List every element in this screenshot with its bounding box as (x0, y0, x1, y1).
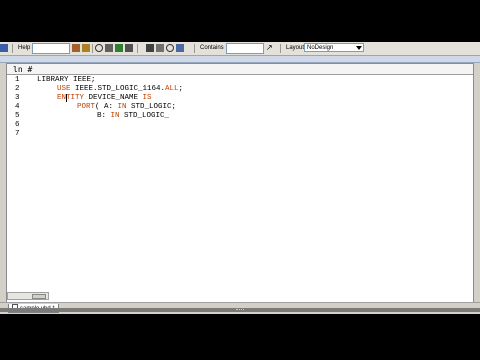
code-line-1: LIBRARY IEEE; (37, 76, 96, 84)
code-line-3: ENTITY DEVICE_NAME IS (57, 94, 152, 102)
compile-icon[interactable] (82, 44, 90, 52)
paste-icon[interactable] (125, 44, 133, 52)
code-line-4: PORT( A: IN STD_LOGIC; (77, 103, 176, 111)
line-number-header: ln # (7, 64, 473, 75)
code-text: IEEE.STD_LOGIC_1164. (70, 85, 166, 93)
check-icon[interactable] (115, 44, 123, 52)
toolbar-search-field[interactable] (32, 43, 70, 54)
layout-dropdown-value: NoDesign (307, 45, 334, 51)
code-editor[interactable]: ln # 1 2 3 4 5 6 7 LIBRARY IEEE; USE IEE… (6, 63, 474, 303)
line-number: 7 (15, 130, 20, 138)
line-number: 4 (15, 103, 20, 111)
code-text: LIBRARY IEEE; (37, 76, 96, 84)
text-cursor (66, 94, 67, 102)
help-menu[interactable]: Help (18, 44, 30, 53)
code-line-2: USE IEEE.STD_LOGIC_1164.ALL; (57, 85, 183, 93)
keyword: USE (57, 85, 71, 93)
layout-dropdown[interactable]: NoDesign (304, 43, 364, 52)
line-number: 2 (15, 85, 20, 93)
undo-icon[interactable] (156, 44, 164, 52)
code-text: STD_LOGIC_ (119, 112, 170, 120)
toolbar-separator (12, 44, 13, 53)
line-number: 6 (15, 121, 20, 129)
keyword: IN (110, 112, 120, 120)
copy-icon[interactable] (105, 44, 113, 52)
window-icon[interactable] (0, 44, 8, 52)
code-text: ( A: (95, 103, 118, 111)
keyword: IS (142, 94, 152, 102)
toolbar-separator (194, 44, 195, 53)
toolbar-separator (137, 44, 138, 53)
gear-icon[interactable] (95, 44, 103, 52)
contains-field[interactable] (226, 43, 264, 54)
chevron-down-icon (356, 46, 362, 50)
cut-icon[interactable] (146, 44, 154, 52)
code-line-5: B: IN STD_LOGIC_ (97, 112, 169, 120)
arrow-icon[interactable]: ↗ (266, 44, 274, 52)
keyword: PORT (77, 103, 96, 111)
line-number: 1 (15, 76, 20, 84)
contains-label: Contains (200, 45, 224, 51)
line-number: 5 (15, 112, 20, 120)
keyword: ENTITY (57, 94, 85, 102)
code-text: B: (97, 112, 111, 120)
toolbar-separator (92, 44, 93, 53)
horizontal-scrollbar[interactable] (7, 292, 49, 300)
splitter-bar[interactable] (0, 308, 480, 312)
layout-label: Layout (286, 45, 305, 51)
scrollbar-thumb[interactable] (32, 294, 46, 299)
keyword: IN (117, 103, 127, 111)
grip-icon (236, 309, 244, 312)
replace-icon[interactable] (176, 44, 184, 52)
line-number: 3 (15, 94, 20, 102)
keyword: ALL (165, 85, 179, 93)
toolbar-separator (280, 44, 281, 53)
application-window: Help Contains ↗ Layout NoDesign ln # 1 2 (0, 42, 480, 314)
document-title-bar (0, 56, 480, 63)
toolbar: Help Contains ↗ Layout NoDesign (0, 42, 480, 56)
run-icon[interactable] (72, 44, 80, 52)
code-text: ; (178, 85, 184, 93)
code-text: DEVICE_NAME (84, 94, 143, 102)
find-icon[interactable] (166, 44, 174, 52)
line-number-header-label: ln # (13, 65, 33, 74)
code-text: STD_LOGIC; (126, 103, 177, 111)
